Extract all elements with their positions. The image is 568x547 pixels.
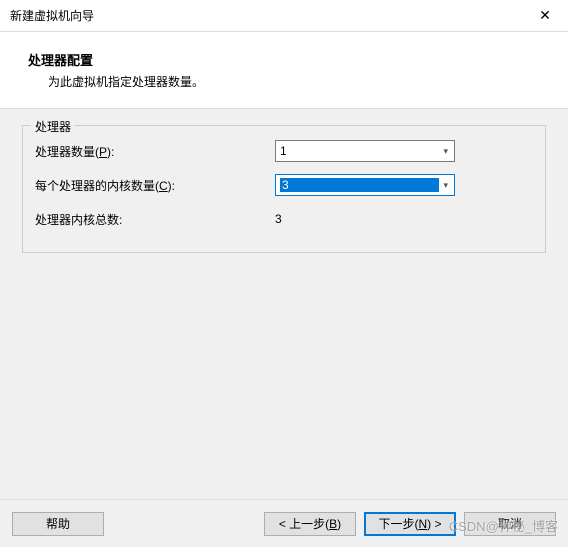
value-total-cores: 3 bbox=[275, 212, 282, 226]
select-value: 1 bbox=[280, 144, 439, 158]
page-title: 处理器配置 bbox=[28, 50, 546, 69]
row-cores-per-processor: 每个处理器的内核数量(C): 3 ▾ bbox=[35, 174, 533, 196]
help-button[interactable]: 帮助 bbox=[12, 512, 104, 536]
select-value: 3 bbox=[280, 178, 439, 192]
wizard-footer: 帮助 < 上一步(B) 下一步(N) > 取消 bbox=[0, 499, 568, 547]
chevron-down-icon: ▾ bbox=[439, 180, 452, 191]
next-button[interactable]: 下一步(N) > bbox=[364, 512, 456, 536]
row-num-processors: 处理器数量(P): 1 ▾ bbox=[35, 140, 533, 162]
label-total-cores: 处理器内核总数: bbox=[35, 211, 275, 228]
titlebar: 新建虚拟机向导 ✕ bbox=[0, 0, 568, 32]
wizard-header: 处理器配置 为此虚拟机指定处理器数量。 bbox=[0, 32, 568, 108]
chevron-down-icon: ▾ bbox=[439, 146, 452, 157]
close-button[interactable]: ✕ bbox=[522, 0, 568, 32]
select-cores-per-processor[interactable]: 3 ▾ bbox=[275, 174, 455, 196]
processor-group: 处理器 处理器数量(P): 1 ▾ 每个处理器的内核数量(C): 3 ▾ 处理器… bbox=[22, 125, 546, 253]
cancel-button[interactable]: 取消 bbox=[464, 512, 556, 536]
label-cores-per-processor: 每个处理器的内核数量(C): bbox=[35, 177, 275, 194]
group-label: 处理器 bbox=[31, 118, 75, 135]
row-total-cores: 处理器内核总数: 3 bbox=[35, 208, 533, 230]
content-area: 处理器 处理器数量(P): 1 ▾ 每个处理器的内核数量(C): 3 ▾ 处理器… bbox=[0, 108, 568, 501]
page-subtitle: 为此虚拟机指定处理器数量。 bbox=[48, 73, 546, 90]
back-button[interactable]: < 上一步(B) bbox=[264, 512, 356, 536]
window-title: 新建虚拟机向导 bbox=[0, 7, 522, 24]
select-num-processors[interactable]: 1 ▾ bbox=[275, 140, 455, 162]
label-num-processors: 处理器数量(P): bbox=[35, 143, 275, 160]
close-icon: ✕ bbox=[539, 7, 551, 24]
